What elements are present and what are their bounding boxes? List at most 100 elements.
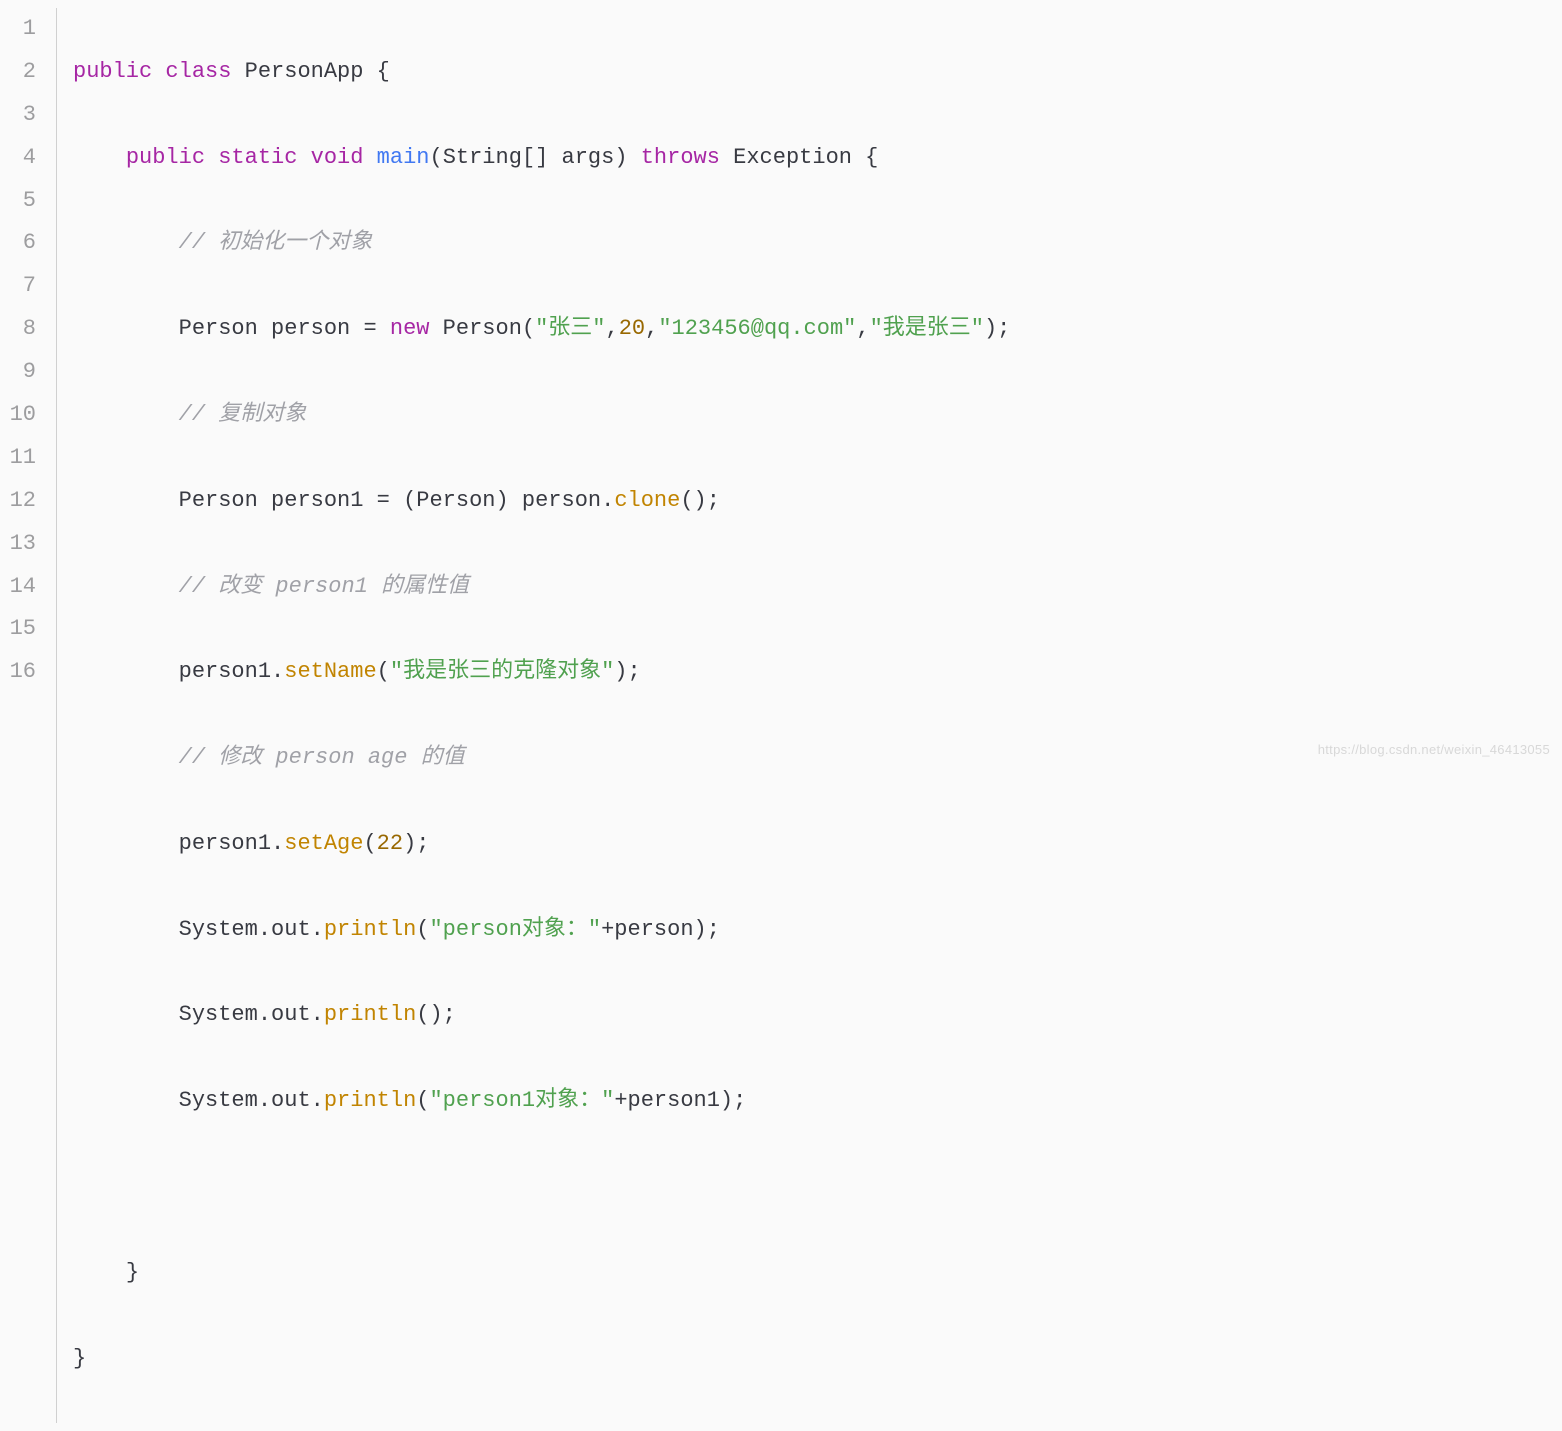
paren: )	[614, 145, 640, 170]
keyword-throws: throws	[641, 145, 720, 170]
comma: ,	[645, 316, 658, 341]
comment: // 初始化一个对象	[179, 230, 373, 255]
indent	[73, 316, 179, 341]
paren: );	[984, 316, 1010, 341]
indent	[73, 745, 179, 770]
paren: ();	[680, 488, 720, 513]
paren: );	[403, 831, 429, 856]
cast: Person	[416, 488, 495, 513]
indent	[73, 574, 179, 599]
method-call: setName	[284, 659, 376, 684]
string-literal: "我是张三的克隆对象"	[390, 659, 614, 684]
line-number: 1	[0, 8, 40, 51]
line-number: 12	[0, 480, 40, 523]
var: person	[258, 316, 364, 341]
watermark-text: https://blog.csdn.net/weixin_46413055	[1318, 737, 1550, 762]
indent	[73, 1002, 179, 1027]
code-line: // 初始化一个对象	[73, 222, 1562, 265]
op: =	[363, 316, 389, 341]
comma: ,	[606, 316, 619, 341]
code-content[interactable]: public class PersonApp { public static v…	[56, 8, 1562, 1423]
brackets: []	[522, 145, 548, 170]
plus: +person1);	[614, 1088, 746, 1113]
code-line: }	[73, 1252, 1562, 1295]
keyword-static: static	[218, 145, 297, 170]
code-line: person1.setAge(22);	[73, 823, 1562, 866]
paren: (	[377, 659, 390, 684]
indent	[73, 917, 179, 942]
comment: // 修改 person age 的值	[179, 745, 465, 770]
brace: }	[73, 1346, 86, 1371]
sysout: System.out.	[179, 1088, 324, 1113]
keyword-public: public	[73, 59, 152, 84]
number-literal: 22	[377, 831, 403, 856]
type-person: Person	[179, 488, 258, 513]
method-call: println	[324, 917, 416, 942]
line-number: 16	[0, 651, 40, 694]
keyword-public: public	[126, 145, 205, 170]
method-call: setAge	[284, 831, 363, 856]
type-person: Person	[179, 316, 258, 341]
indent	[73, 1260, 126, 1285]
line-number-gutter: 1 2 3 4 5 6 7 8 9 10 11 12 13 14 15 16	[0, 8, 56, 1423]
op: = (	[377, 488, 417, 513]
code-line: Person person = new Person("张三",20,"1234…	[73, 308, 1562, 351]
keyword-class: class	[165, 59, 231, 84]
paren: ) person.	[496, 488, 615, 513]
method-call: println	[324, 1002, 416, 1027]
paren: (	[416, 917, 429, 942]
line-number: 7	[0, 265, 40, 308]
string-literal: "我是张三"	[870, 316, 984, 341]
code-line: // 改变 person1 的属性值	[73, 566, 1562, 609]
arg: args	[548, 145, 614, 170]
number-literal: 20	[619, 316, 645, 341]
string-literal: "张三"	[535, 316, 605, 341]
brace: }	[126, 1260, 139, 1285]
indent	[73, 230, 179, 255]
indent	[73, 402, 179, 427]
line-number: 8	[0, 308, 40, 351]
line-number: 4	[0, 137, 40, 180]
method-call: clone	[614, 488, 680, 513]
var: person1	[258, 488, 377, 513]
class-name: PersonApp	[245, 59, 364, 84]
comment: // 改变 person1 的属性值	[179, 574, 469, 599]
code-line: public static void main(String[] args) t…	[73, 137, 1562, 180]
obj: person1.	[179, 659, 285, 684]
keyword-new: new	[390, 316, 430, 341]
method-main: main	[377, 145, 430, 170]
paren: (	[416, 1088, 429, 1113]
string-literal: "person1对象："	[429, 1088, 614, 1113]
comment: // 复制对象	[179, 402, 307, 427]
exception: Exception {	[720, 145, 878, 170]
code-line: // 复制对象	[73, 394, 1562, 437]
line-number: 9	[0, 351, 40, 394]
ctor: Person	[429, 316, 521, 341]
line-number: 15	[0, 608, 40, 651]
line-number: 14	[0, 566, 40, 609]
paren: (	[522, 316, 535, 341]
line-number: 13	[0, 523, 40, 566]
code-line: person1.setName("我是张三的克隆对象");	[73, 651, 1562, 694]
obj: person1.	[179, 831, 285, 856]
type-string: String	[443, 145, 522, 170]
sysout: System.out.	[179, 1002, 324, 1027]
code-line: System.out.println("person1对象："+person1)…	[73, 1080, 1562, 1123]
line-number: 5	[0, 180, 40, 223]
code-line: System.out.println();	[73, 994, 1562, 1037]
sysout: System.out.	[179, 917, 324, 942]
line-number: 11	[0, 437, 40, 480]
plus: +person);	[601, 917, 720, 942]
string-literal: "person对象："	[429, 917, 601, 942]
code-line: System.out.println("person对象："+person);	[73, 909, 1562, 952]
code-line: }	[73, 1338, 1562, 1381]
indent	[73, 488, 179, 513]
paren: );	[614, 659, 640, 684]
line-number: 10	[0, 394, 40, 437]
keyword-void: void	[311, 145, 364, 170]
string-literal: "123456@qq.com"	[658, 316, 856, 341]
brace: {	[363, 59, 389, 84]
indent	[73, 145, 126, 170]
method-call: println	[324, 1088, 416, 1113]
paren: (	[363, 831, 376, 856]
